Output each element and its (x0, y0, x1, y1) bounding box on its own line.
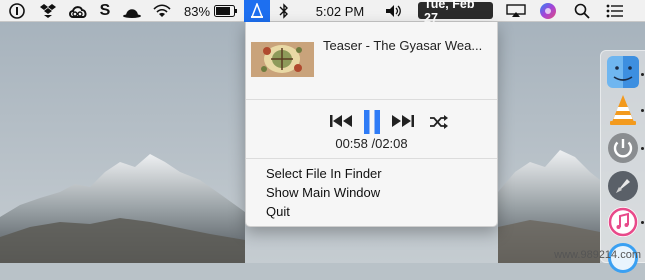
running-indicator (641, 109, 644, 112)
itunes-icon[interactable] (606, 205, 640, 239)
finder-icon[interactable] (606, 55, 640, 89)
bowler-hat-icon[interactable] (121, 0, 143, 22)
launchpad-icon[interactable] (606, 169, 640, 203)
menu-item-select-file-in-finder[interactable]: Select File In Finder (266, 166, 382, 181)
next-track-icon[interactable] (388, 111, 416, 131)
battery-icon[interactable] (213, 0, 239, 22)
notification-center-icon[interactable] (604, 0, 626, 22)
menu-item-quit[interactable]: Quit (266, 204, 290, 219)
menu-divider (246, 158, 497, 159)
dock (600, 50, 645, 273)
vlc-status-menu: Teaser - The Gyasar Wea... 00:58 /02:08 … (245, 22, 498, 227)
running-indicator (641, 147, 644, 150)
creative-cloud-icon[interactable] (67, 0, 89, 22)
menu-item-show-main-window[interactable]: Show Main Window (266, 185, 380, 200)
track-thumbnail (251, 42, 314, 77)
spotlight-icon[interactable] (572, 0, 592, 22)
clock[interactable]: 5:02 PM (309, 0, 371, 22)
dropbox-icon[interactable] (38, 0, 58, 22)
power-icon[interactable] (606, 131, 640, 165)
pause-button[interactable] (362, 110, 382, 134)
battery-percent-label: 83% (183, 3, 211, 19)
menu-divider (246, 99, 497, 100)
running-indicator (641, 221, 644, 224)
airplay-icon[interactable] (505, 0, 527, 22)
track-title: Teaser - The Gyasar Wea... (323, 38, 483, 53)
vlc-dock-icon[interactable] (606, 93, 640, 127)
bluetooth-icon[interactable] (277, 0, 291, 22)
menu-bar: S 83% 5:02 PM Tue, Feb 27 (0, 0, 645, 25)
watermark: www.989214.com (554, 249, 641, 261)
wifi-icon[interactable] (151, 0, 173, 22)
previous-track-icon[interactable] (328, 111, 356, 131)
battery-percent[interactable]: 83% (184, 0, 210, 22)
siri-icon[interactable] (537, 0, 559, 22)
clock-label: 5:02 PM (315, 3, 365, 19)
date-label[interactable]: Tue, Feb 27 (418, 0, 493, 25)
onepassword-icon[interactable] (8, 0, 26, 22)
playback-time: 00:58 /02:08 (335, 136, 408, 151)
running-indicator (641, 73, 644, 76)
scrivener-icon[interactable]: S (97, 0, 113, 22)
volume-icon[interactable] (382, 0, 406, 22)
vlc-menu-icon[interactable] (244, 0, 270, 22)
shuffle-icon[interactable] (428, 112, 450, 132)
